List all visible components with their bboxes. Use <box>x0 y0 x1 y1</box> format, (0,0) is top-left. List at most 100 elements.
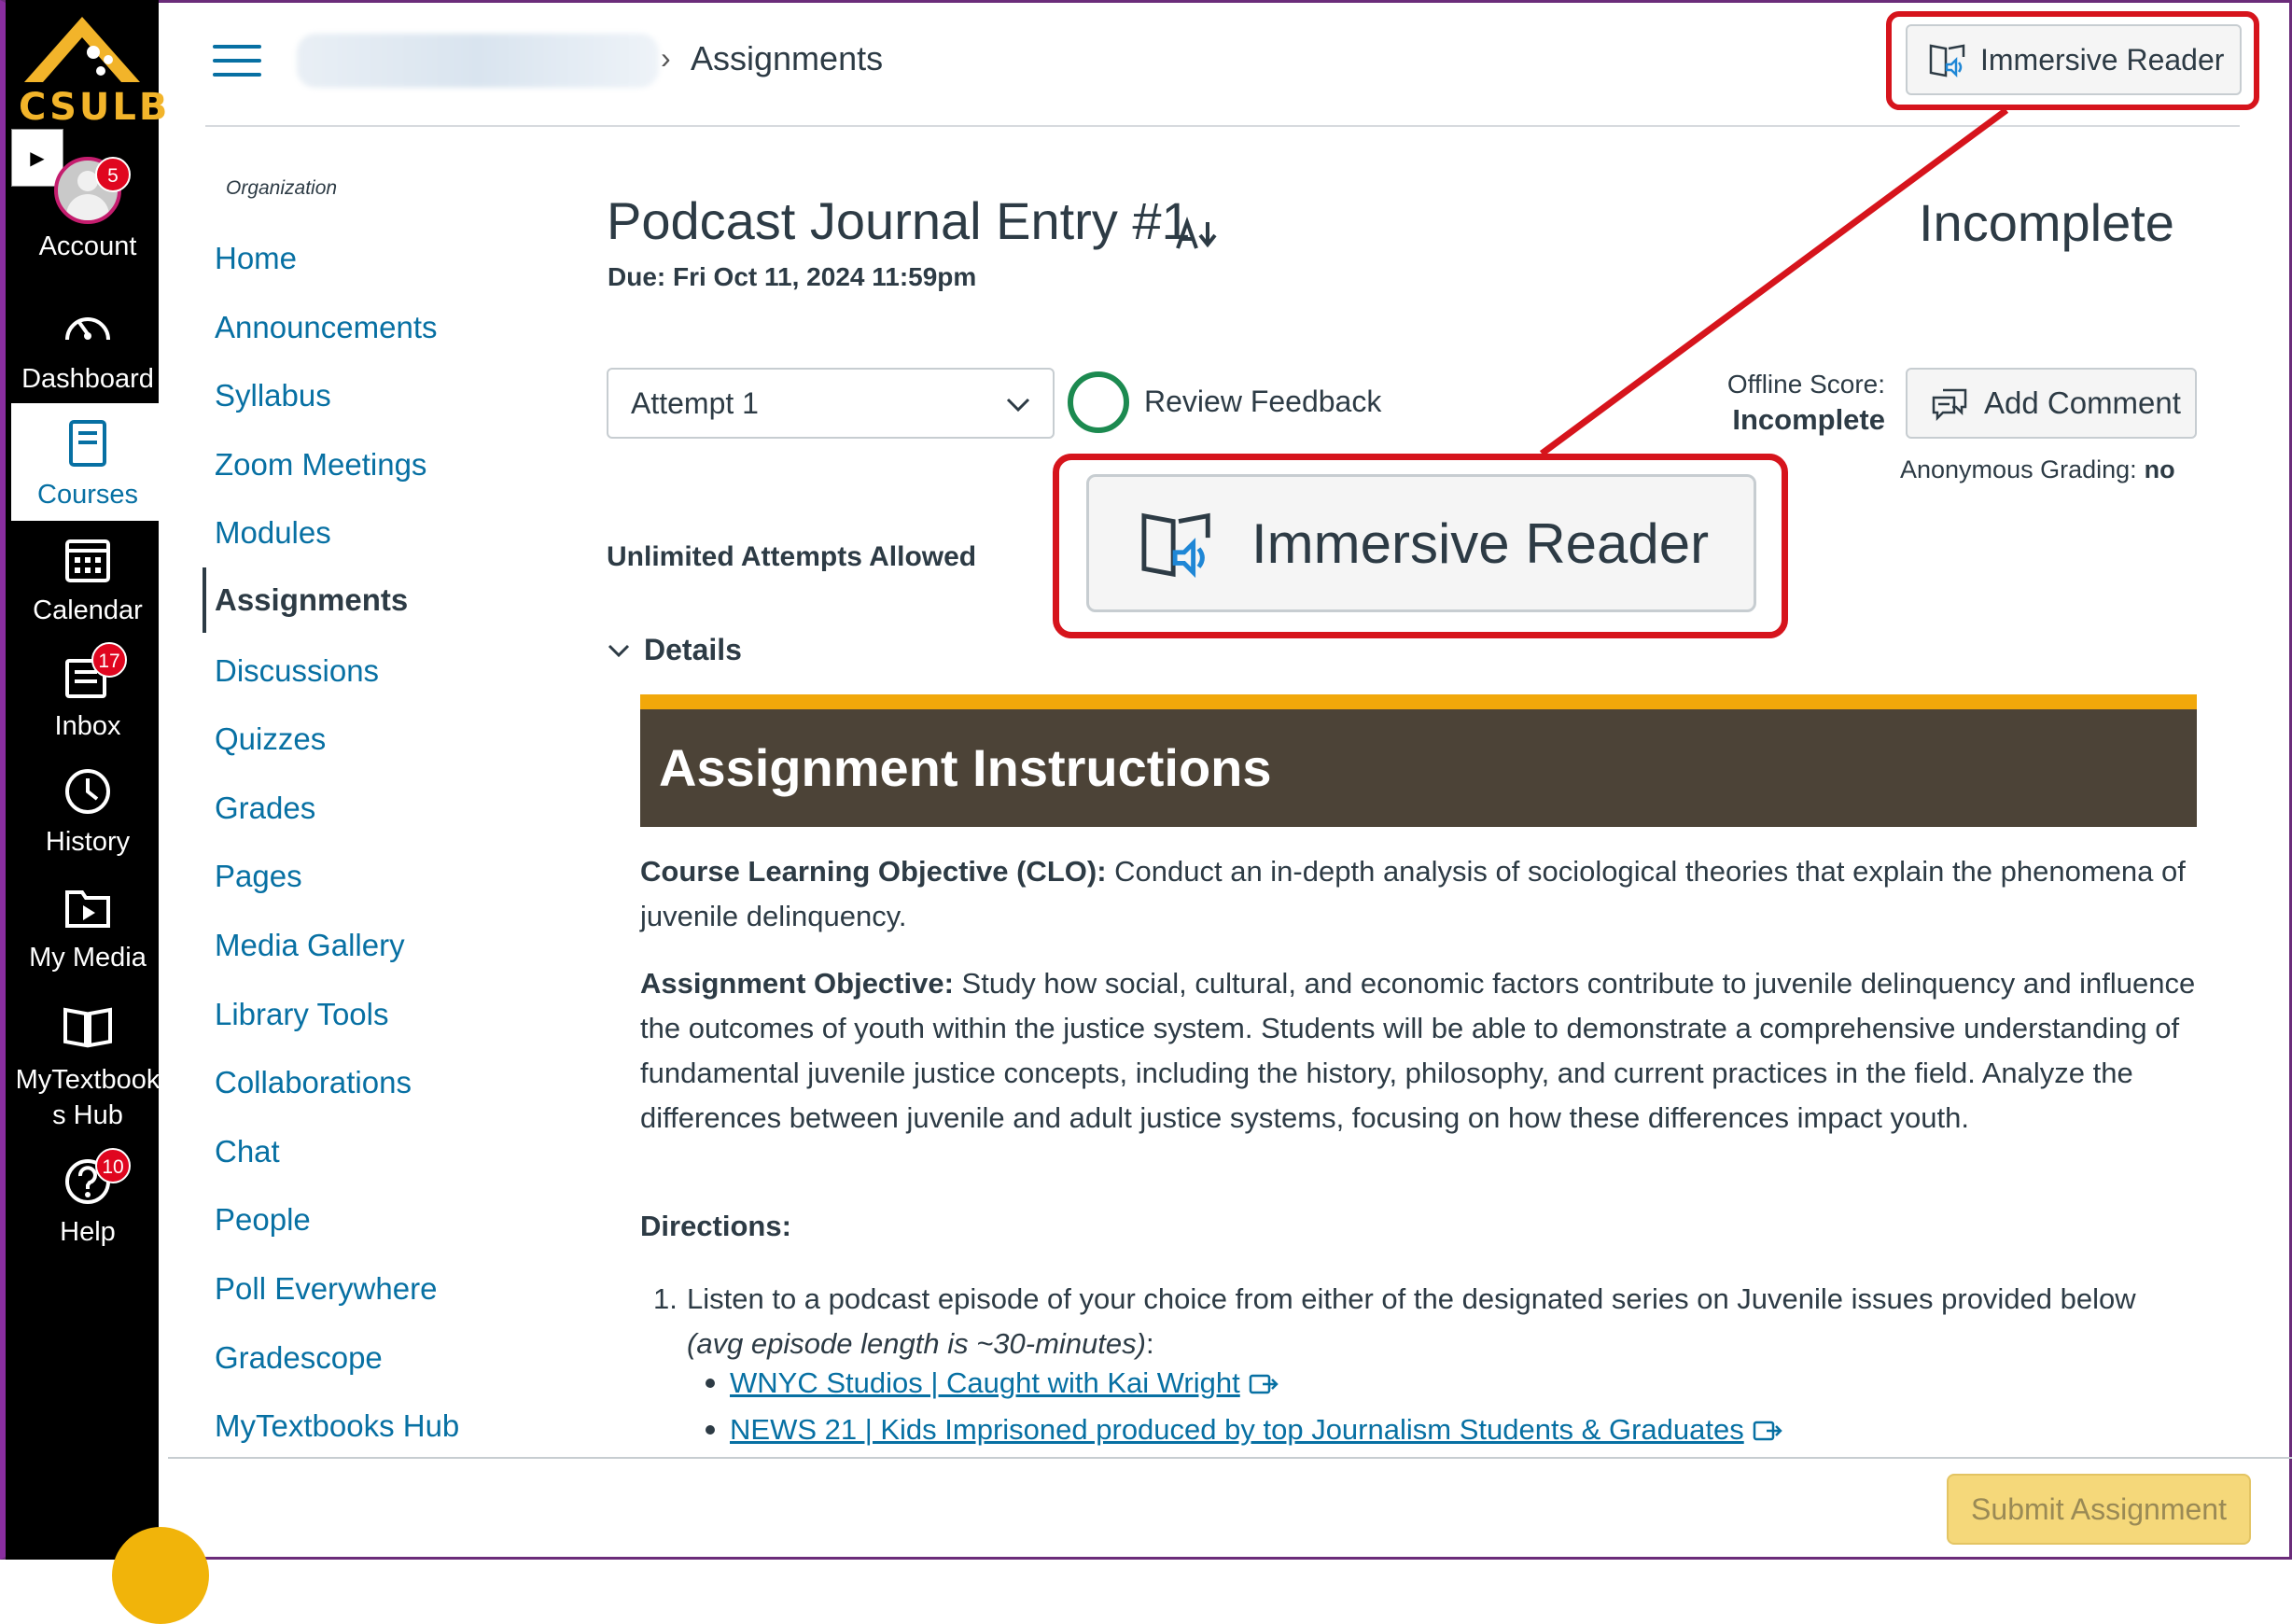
clo-label: Course Learning Objective (CLO): <box>640 855 1107 888</box>
global-nav-label-line2: s Hub <box>52 1100 123 1130</box>
footer-divider <box>168 1457 2292 1459</box>
course-nav-item-gradescope[interactable]: Gradescope <box>215 1340 383 1376</box>
global-nav-calendar[interactable]: Calendar <box>11 532 164 626</box>
global-nav-label: Courses <box>37 480 138 510</box>
list-item-colon: : <box>1145 1327 1154 1360</box>
global-nav-courses[interactable]: Courses <box>11 403 164 521</box>
course-nav-item-mytextbooks-hub[interactable]: MyTextbooks Hub <box>215 1408 459 1444</box>
course-nav-item-people[interactable]: People <box>215 1202 311 1238</box>
media-folder-icon <box>65 890 110 928</box>
podcast-link-wnyc[interactable]: WNYC Studios | Caught with Kai Wright <box>730 1366 1240 1400</box>
account-badge: 5 <box>95 157 131 192</box>
list-item-note: (avg episode length is ~30-minutes) <box>687 1327 1146 1360</box>
immersive-reader-zoomed-label: Immersive Reader <box>1251 511 1710 575</box>
help-widget-button[interactable] <box>112 1527 209 1624</box>
bullet-dot <box>706 1425 715 1435</box>
immersive-reader-icon <box>1141 512 1210 579</box>
bullet-dot <box>706 1379 715 1388</box>
course-nav-item-modules[interactable]: Modules <box>215 515 331 551</box>
dashboard-icon <box>65 317 110 341</box>
global-nav: CSULB ▶ Account 5 Dashboard Courses Cale… <box>6 0 171 1560</box>
details-label: Details <box>644 633 742 666</box>
clock-icon <box>65 769 110 814</box>
course-nav-item-quizzes[interactable]: Quizzes <box>215 721 326 757</box>
add-comment-button[interactable]: Add Comment <box>1906 368 2197 439</box>
due-date: Due: Fri Oct 11, 2024 11:59pm <box>608 262 977 291</box>
text-direction-icon[interactable] <box>1174 215 1219 252</box>
course-nav-item-grades[interactable]: Grades <box>215 791 315 826</box>
course-nav-item-announcements[interactable]: Announcements <box>215 310 438 345</box>
global-nav-label: Inbox <box>54 711 121 741</box>
course-nav-item-assignments[interactable]: Assignments <box>203 567 408 633</box>
course-nav-item-discussions[interactable]: Discussions <box>215 653 379 689</box>
inbox-badge: 17 <box>91 642 127 678</box>
offline-score-label: Offline Score: <box>1726 370 1885 399</box>
course-nav-item-poll-everywhere[interactable]: Poll Everywhere <box>215 1271 437 1307</box>
anonymous-grading-value: no <box>2144 455 2175 483</box>
submission-status: Incomplete <box>1919 193 2174 252</box>
global-nav-help[interactable]: Help 10 <box>11 1148 164 1248</box>
course-menu-toggle[interactable] <box>213 45 261 87</box>
open-book-icon <box>63 1007 112 1048</box>
global-nav-inbox[interactable]: Inbox 17 <box>11 642 164 742</box>
podcast-link-news21[interactable]: NEWS 21 | Kids Imprisoned produced by to… <box>730 1413 1744 1447</box>
course-nav-item-chat[interactable]: Chat <box>215 1134 280 1169</box>
review-feedback-link[interactable]: Review Feedback <box>1144 385 1381 419</box>
offline-score-value: Incomplete <box>1732 403 1885 436</box>
global-nav-my-media[interactable]: My Media <box>11 879 164 973</box>
instructions-banner: Assignment Instructions <box>640 694 2197 827</box>
course-nav-item-collaborations[interactable]: Collaborations <box>215 1065 412 1100</box>
global-nav-mytextbooks-hub[interactable]: MyTextbook s Hub <box>11 999 164 1133</box>
directions-heading: Directions: <box>640 1210 791 1242</box>
list-item: WNYC Studios | Caught with Kai Wright <box>706 1366 1279 1400</box>
callout-highlight-top <box>1886 11 2259 110</box>
immersive-reader-zoomed-button[interactable]: Immersive Reader <box>1086 474 1756 612</box>
breadcrumb-course-name-blurred[interactable] <box>297 34 659 88</box>
comment-icon <box>1932 388 1967 422</box>
global-nav-label: My Media <box>29 943 147 973</box>
details-toggle[interactable]: Details <box>607 633 742 667</box>
list-item-number: 1. <box>653 1282 678 1315</box>
anonymous-grading-label: Anonymous Grading: <box>1900 455 2137 483</box>
objective-label: Assignment Objective: <box>640 967 954 1000</box>
course-nav-item-zoom-meetings[interactable]: Zoom Meetings <box>215 447 426 483</box>
global-nav-history[interactable]: History <box>11 763 164 858</box>
course-nav-item-home[interactable]: Home <box>215 241 297 276</box>
objective-paragraph: Assignment Objective: Study how social, … <box>640 961 2208 1141</box>
external-link-icon <box>1249 1374 1279 1394</box>
breadcrumb-separator-icon: › <box>661 41 671 75</box>
global-nav-account[interactable]: Account 5 <box>11 157 164 262</box>
clo-paragraph: Course Learning Objective (CLO): Conduct… <box>640 849 2208 939</box>
submit-assignment-button[interactable]: Submit Assignment <box>1947 1474 2251 1545</box>
attempts-allowed: Unlimited Attempts Allowed <box>607 541 977 572</box>
breadcrumb-current: Assignments <box>691 39 884 77</box>
external-link-icon <box>1753 1421 1782 1441</box>
global-nav-label: Calendar <box>33 595 143 625</box>
chevron-down-icon <box>608 644 630 657</box>
global-nav-label: Help <box>60 1217 116 1247</box>
list-item-text: Listen to a podcast episode of your choi… <box>687 1282 2136 1315</box>
global-nav-label: MyTextbook <box>15 1065 161 1095</box>
course-nav-item-media-gallery[interactable]: Media Gallery <box>215 928 405 963</box>
global-nav-dashboard[interactable]: Dashboard <box>11 301 164 395</box>
list-item: 1. Listen to a podcast episode of your ch… <box>653 1277 2202 1366</box>
courses-icon <box>69 420 106 467</box>
help-badge: 10 <box>95 1148 131 1183</box>
global-nav-label: History <box>45 827 131 857</box>
course-nav-item-syllabus[interactable]: Syllabus <box>215 378 331 413</box>
calendar-icon <box>65 539 110 582</box>
attempt-select[interactable]: Attempt 1 <box>607 368 1055 439</box>
banner-title: Assignment Instructions <box>659 738 1272 797</box>
add-comment-label: Add Comment <box>1984 385 2181 420</box>
chevron-down-icon <box>1006 398 1030 413</box>
course-nav-heading: Organization <box>226 177 338 199</box>
anonymous-grading: Anonymous Grading: no <box>1900 455 2175 484</box>
review-feedback-status-icon[interactable] <box>1068 371 1129 433</box>
header-divider <box>205 125 2240 127</box>
global-nav-label: Account <box>38 231 137 261</box>
global-nav-label: Dashboard <box>21 364 154 394</box>
csulb-logo-text: CSULB <box>19 86 171 129</box>
attempt-select-value: Attempt 1 <box>631 385 759 420</box>
course-nav-item-library-tools[interactable]: Library Tools <box>215 997 388 1032</box>
course-nav-item-pages[interactable]: Pages <box>215 859 302 894</box>
